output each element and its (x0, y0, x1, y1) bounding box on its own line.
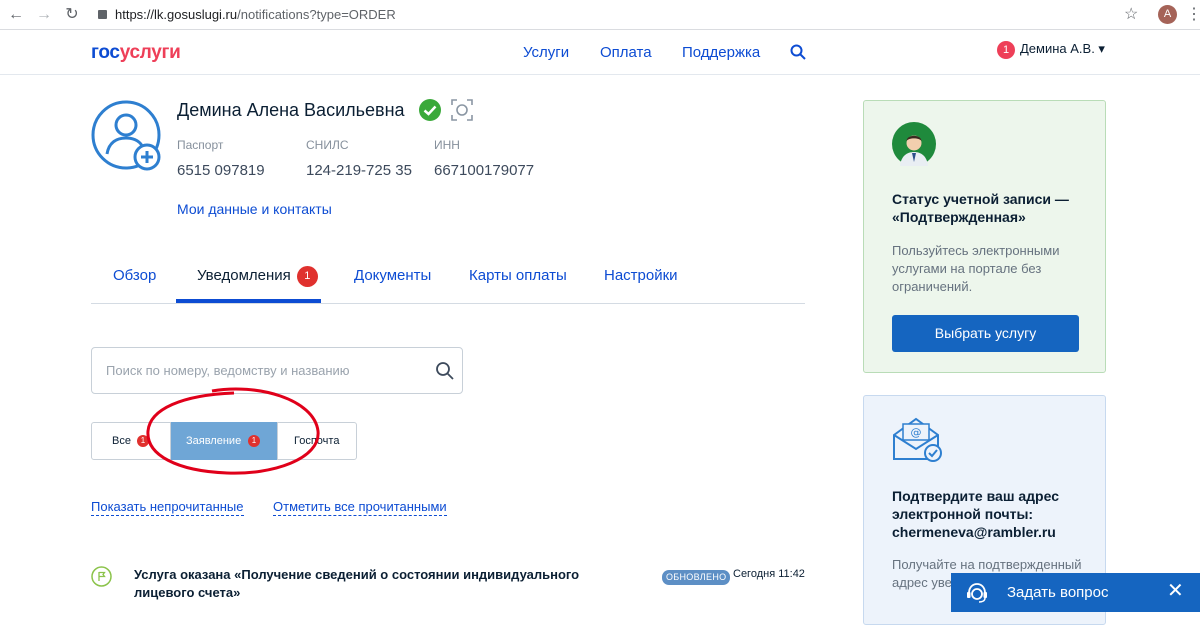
url-path: /notifications?type=ORDER (237, 7, 396, 22)
ask-question-label: Задать вопрос (1007, 584, 1109, 601)
choose-service-button[interactable]: Выбрать услугу (892, 315, 1079, 352)
notification-status-badge: ОБНОВЛЕНО (662, 570, 731, 585)
active-tab-indicator (176, 299, 321, 303)
user-name: Демина А.В. ▾ (1020, 41, 1105, 56)
account-status-text: Пользуйтесь электронными услугами на пор… (892, 243, 1060, 294)
nav-support[interactable]: Поддержка (682, 44, 760, 61)
ask-question-widget[interactable]: Задать вопрос ✕ (951, 573, 1200, 612)
account-status-title: Статус учетной записи — «Подтвержденная» (892, 191, 1069, 225)
my-data-link[interactable]: Мои данные и контакты (177, 201, 332, 217)
user-full-name: Демина Алена Васильевна (177, 100, 405, 120)
url-host: https://lk.gosuslugi.ru (115, 7, 238, 22)
snils-value: 124-219-725 35 (306, 162, 412, 179)
tab-payment-cards[interactable]: Карты оплаты (469, 267, 567, 284)
tab-notifications-badge: 1 (296, 266, 318, 287)
browser-profile-avatar[interactable]: A (1158, 5, 1177, 24)
snils-label: СНИЛС (306, 138, 349, 152)
profile-tabs: Обзор Уведомления 1 Документы Карты оплат… (91, 258, 805, 304)
forward-arrow-icon[interactable]: → (34, 5, 54, 25)
inn-value: 667100179077 (434, 162, 535, 179)
account-status-card: Статус учетной записи — «Подтвержденная»… (863, 100, 1106, 373)
tab-overview[interactable]: Обзор (113, 267, 156, 284)
verified-check-icon (419, 99, 441, 121)
lock-icon (98, 10, 107, 19)
mark-all-read-link[interactable]: Отметить все прочитанными (273, 499, 447, 516)
passport-label: Паспорт (177, 138, 224, 152)
passport-value: 6515 097819 (177, 162, 265, 179)
svg-text:@: @ (911, 426, 922, 439)
browser-toolbar: ← → ↻ https://lk.gosuslugi.ru/notificati… (0, 0, 1200, 30)
browser-menu-icon[interactable]: ⋮ (1186, 5, 1200, 25)
logo-part-gos: гос (91, 42, 120, 63)
qr-code-icon[interactable] (450, 98, 474, 122)
notification-title[interactable]: Услуга оказана «Получение сведений о сос… (134, 566, 634, 602)
search-icon[interactable] (790, 44, 806, 60)
email-envelope-icon: @ (893, 417, 942, 462)
filter-all-label: Все (112, 435, 131, 447)
logo-part-uslugi: услуги (119, 42, 181, 63)
bookmark-star-icon[interactable]: ☆ (1124, 4, 1138, 24)
notification-time: Сегодня 11:42 (733, 568, 805, 580)
site-header: госуслуги Услуги Оплата Поддержка 1 Демин… (0, 31, 1200, 75)
tab-notifications-label: Уведомления (197, 267, 291, 284)
tab-documents[interactable]: Документы (354, 267, 431, 284)
search-placeholder: Поиск по номеру, ведомству и названию (106, 363, 350, 378)
gosuslugi-logo[interactable]: госуслуги (91, 42, 181, 64)
service-flag-icon (91, 566, 112, 587)
magnifier-icon[interactable] (435, 361, 455, 381)
email-confirm-title: Подтвердите ваш адрес электронной почты:… (892, 488, 1059, 540)
annotation-red-ellipse (146, 387, 320, 475)
avatar-add-photo-icon[interactable] (91, 100, 163, 172)
chat-support-icon (967, 583, 987, 603)
show-unread-link[interactable]: Показать непрочитанные (91, 499, 244, 516)
inn-label: ИНН (434, 138, 460, 152)
user-notification-badge: 1 (997, 41, 1015, 59)
support-agent-avatar-icon (892, 122, 936, 166)
address-bar[interactable]: https://lk.gosuslugi.ru/notifications?ty… (98, 4, 396, 26)
tab-settings[interactable]: Настройки (604, 267, 678, 284)
user-menu[interactable]: 1 Демина А.В. ▾ (997, 41, 1105, 59)
nav-payment[interactable]: Оплата (600, 44, 652, 61)
back-arrow-icon[interactable]: ← (6, 5, 26, 25)
tab-notifications[interactable]: Уведомления 1 (197, 266, 318, 288)
nav-services[interactable]: Услуги (523, 44, 569, 61)
close-chat-icon[interactable]: ✕ (1167, 580, 1184, 602)
reload-icon[interactable]: ↻ (62, 5, 82, 25)
